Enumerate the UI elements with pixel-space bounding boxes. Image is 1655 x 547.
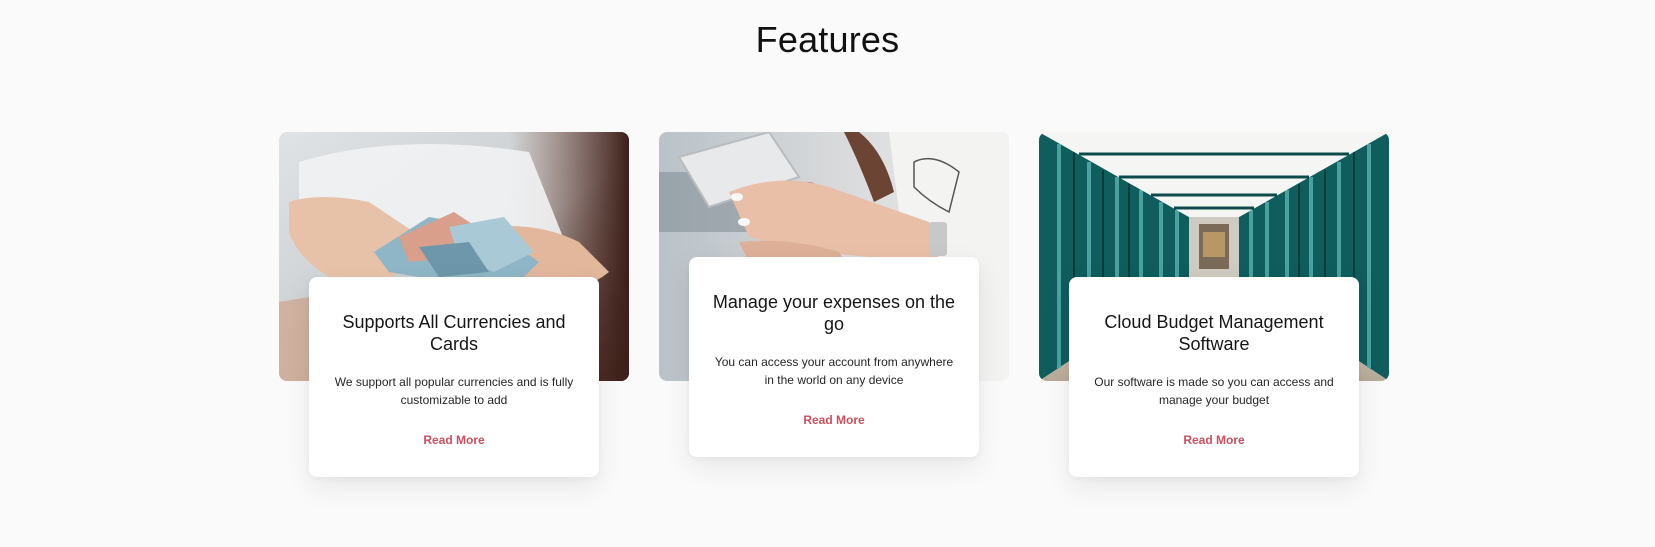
feature-card-mobile: Manage your expenses on the go You can a… xyxy=(659,132,1009,530)
read-more-link[interactable]: Read More xyxy=(423,432,484,448)
feature-card-currencies: Supports All Currencies and Cards We sup… xyxy=(279,132,629,530)
card-description: You can access your account from anywher… xyxy=(714,355,954,387)
card-description: We support all popular currencies and is… xyxy=(334,375,574,407)
feature-card-body: Manage your expenses on the go You can a… xyxy=(689,257,979,457)
card-description: Our software is made so you can access a… xyxy=(1094,375,1334,407)
feature-card-cloud: Cloud Budget Management Software Our sof… xyxy=(1039,132,1389,530)
feature-card-body: Supports All Currencies and Cards We sup… xyxy=(309,277,599,477)
section-title: Features xyxy=(755,19,900,60)
feature-card-body: Cloud Budget Management Software Our sof… xyxy=(1069,277,1359,477)
card-title: Supports All Currencies and Cards xyxy=(342,312,566,354)
card-title: Cloud Budget Management Software xyxy=(1104,312,1324,354)
card-title: Manage your expenses on the go xyxy=(712,292,956,334)
read-more-link[interactable]: Read More xyxy=(1183,432,1244,448)
read-more-link[interactable]: Read More xyxy=(803,412,864,428)
